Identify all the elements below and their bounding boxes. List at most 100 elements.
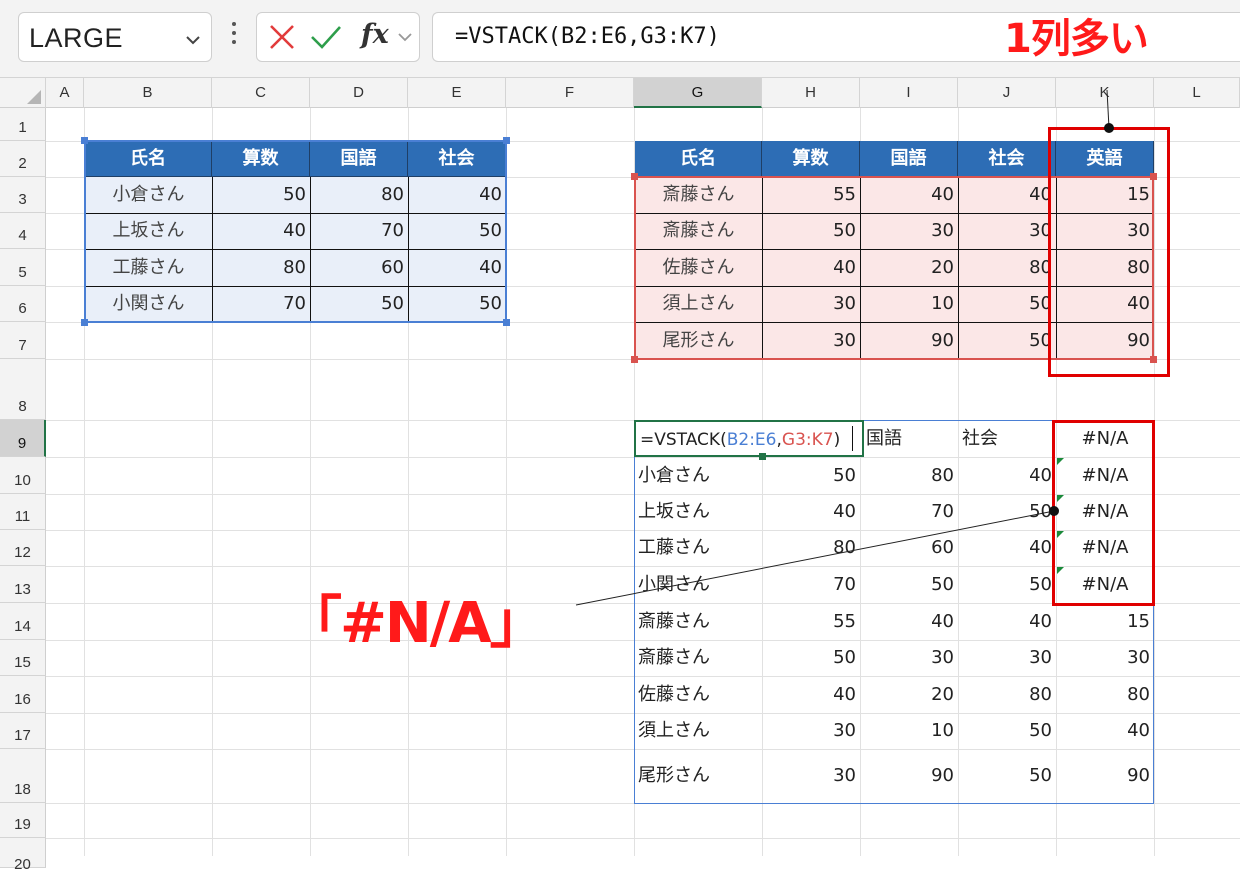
row-header[interactable]: 20 [0, 838, 46, 873]
table-cell[interactable]: 斎藤さん [634, 603, 762, 640]
table-cell[interactable]: 70 [762, 566, 860, 603]
name-box-value: LARGE [29, 23, 124, 53]
table-cell[interactable]: 斎藤さん [634, 640, 762, 676]
table-cell[interactable]: 上坂さん [634, 494, 762, 530]
row-header[interactable]: 13 [0, 566, 46, 603]
table-cell[interactable]: 30 [860, 640, 958, 676]
row-header[interactable]: 14 [0, 603, 46, 640]
table-cell[interactable]: 40 [958, 603, 1056, 640]
table-cell[interactable]: 50 [958, 566, 1056, 603]
table-cell[interactable]: 社会 [958, 420, 1056, 457]
table-cell[interactable]: 50 [860, 566, 958, 603]
table-cell[interactable]: 90 [860, 749, 958, 803]
table-cell[interactable]: 40 [860, 603, 958, 640]
table-cell[interactable]: 50 [958, 494, 1056, 530]
row-header[interactable]: 15 [0, 640, 46, 676]
row-header[interactable]: 19 [0, 803, 46, 838]
table-cell[interactable]: 60 [860, 530, 958, 566]
table-cell[interactable]: 40 [958, 530, 1056, 566]
row-header[interactable]: 3 [0, 177, 46, 213]
text-cursor [852, 426, 853, 451]
table-cell[interactable]: 50 [762, 640, 860, 676]
table2-header-name[interactable]: 氏名 [635, 141, 762, 177]
chevron-down-icon[interactable] [185, 27, 201, 51]
table-cell[interactable]: 40 [958, 457, 1056, 494]
table-cell[interactable]: 90 [1056, 749, 1154, 803]
column-header-c[interactable]: C [212, 78, 310, 108]
annotation-na-label: 「#N/A」 [286, 591, 546, 656]
annotation-box-extra-column [1048, 127, 1170, 377]
row-header[interactable]: 7 [0, 322, 46, 359]
table-cell[interactable]: 55 [762, 603, 860, 640]
table-cell[interactable]: 30 [958, 640, 1056, 676]
column-header-b[interactable]: B [84, 78, 212, 108]
table-cell[interactable]: 80 [1056, 676, 1154, 713]
table-cell[interactable]: 80 [958, 676, 1056, 713]
active-cell-g9[interactable]: =VSTACK(B2:E6,G3:K7) [634, 420, 864, 457]
range-highlight-blue [84, 140, 507, 323]
table-cell[interactable]: 小倉さん [634, 457, 762, 494]
row-header[interactable]: 8 [0, 359, 46, 420]
table-cell[interactable]: 尾形さん [634, 749, 762, 803]
row-header-selected[interactable]: 9 [0, 420, 46, 457]
row-header[interactable]: 18 [0, 749, 46, 803]
table-cell[interactable]: 50 [762, 457, 860, 494]
formula-text: =VSTACK(B2:E6,G3:K7) [455, 24, 720, 49]
name-box[interactable]: LARGE [18, 12, 212, 62]
table-cell[interactable]: 国語 [862, 420, 958, 457]
column-header-f[interactable]: F [506, 78, 634, 108]
table-cell[interactable]: 15 [1056, 603, 1154, 640]
column-header-bar: A B C D E F G H I J K L [0, 78, 1240, 108]
column-header-j[interactable]: J [958, 78, 1056, 108]
table-cell[interactable]: 小関さん [634, 566, 762, 603]
row-header[interactable]: 2 [0, 141, 46, 177]
table-cell[interactable]: 30 [762, 749, 860, 803]
table-cell[interactable]: 50 [958, 713, 1056, 749]
formula-controls: fx [256, 12, 420, 62]
table2-header-math[interactable]: 算数 [762, 141, 860, 177]
table-cell[interactable]: 30 [1056, 640, 1154, 676]
row-header[interactable]: 6 [0, 286, 46, 322]
enter-check-icon[interactable] [309, 21, 343, 53]
row-header[interactable]: 10 [0, 457, 46, 494]
table-cell[interactable]: 10 [860, 713, 958, 749]
row-header[interactable]: 11 [0, 494, 46, 530]
table-cell[interactable]: 50 [958, 749, 1056, 803]
more-options-icon[interactable] [228, 22, 240, 52]
formula-bar: LARGE fx =VSTACK(B2:E6,G3:K7) 1列多い [0, 0, 1240, 78]
table2-header-social[interactable]: 社会 [958, 141, 1056, 177]
annotation-box-na [1052, 420, 1155, 606]
table-cell[interactable]: 須上さん [634, 713, 762, 749]
column-header-a[interactable]: A [46, 78, 84, 108]
table-cell[interactable]: 40 [1056, 713, 1154, 749]
table-cell[interactable]: 70 [860, 494, 958, 530]
table-cell[interactable]: 工藤さん [634, 530, 762, 566]
insert-function-button[interactable]: fx [361, 19, 389, 50]
column-header-k[interactable]: K [1056, 78, 1154, 108]
table-cell[interactable]: 80 [762, 530, 860, 566]
cancel-icon[interactable] [267, 21, 297, 53]
column-header-d[interactable]: D [310, 78, 408, 108]
column-header-i[interactable]: I [860, 78, 958, 108]
row-header[interactable]: 1 [0, 108, 46, 141]
row-header[interactable]: 12 [0, 530, 46, 566]
table2-header-japanese[interactable]: 国語 [860, 141, 958, 177]
chevron-down-icon[interactable] [397, 27, 413, 48]
table-cell[interactable]: 40 [762, 494, 860, 530]
row-header[interactable]: 17 [0, 713, 46, 749]
row-header[interactable]: 4 [0, 213, 46, 249]
column-header-h[interactable]: H [762, 78, 860, 108]
fill-handle[interactable] [759, 453, 766, 460]
table-cell[interactable]: 佐藤さん [634, 676, 762, 713]
column-header-g[interactable]: G [634, 78, 762, 108]
row-header[interactable]: 16 [0, 676, 46, 713]
table-cell[interactable]: 20 [860, 676, 958, 713]
column-header-l[interactable]: L [1154, 78, 1240, 108]
table-cell[interactable]: 80 [860, 457, 958, 494]
annotation-one-more-column: 1列多い [1004, 16, 1149, 62]
table-cell[interactable]: 30 [762, 713, 860, 749]
row-header[interactable]: 5 [0, 249, 46, 286]
column-header-e[interactable]: E [408, 78, 506, 108]
select-all-button[interactable] [0, 78, 46, 108]
table-cell[interactable]: 40 [762, 676, 860, 713]
